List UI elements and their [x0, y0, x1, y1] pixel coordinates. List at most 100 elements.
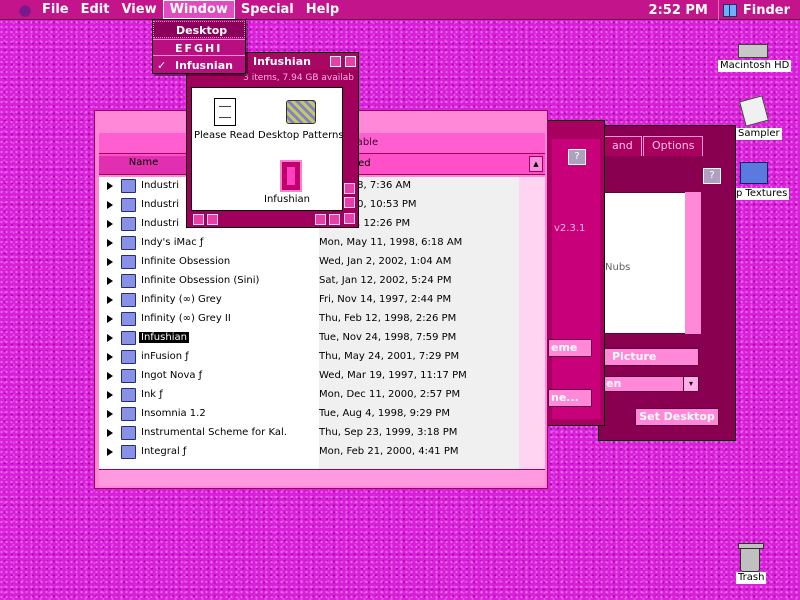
scroll-right-icon[interactable]	[315, 214, 326, 225]
menu-edit[interactable]: Edit	[75, 0, 116, 20]
menu-item-infushian[interactable]: ✓ Infusnian	[153, 57, 245, 74]
name-column-header[interactable]: Name	[99, 156, 189, 174]
infushian-folder-window: Infushian 3 items, 7.94 GB availab Pleas…	[186, 52, 359, 228]
table-row[interactable]: Infinite Obsession (Sini) Sat, Jan 12, 20…	[99, 272, 519, 291]
disclosure-triangle-icon[interactable]	[107, 296, 113, 304]
disclosure-triangle-icon[interactable]	[107, 220, 113, 228]
menu-item-efghi[interactable]: EFGHI	[153, 39, 245, 56]
menu-window[interactable]: Window	[162, 0, 235, 19]
folder-icon	[121, 198, 136, 212]
zoom-box-icon[interactable]	[330, 56, 341, 67]
help-button[interactable]: ?	[703, 168, 721, 184]
row-name: Infinite Obsession (Sini)	[141, 275, 260, 286]
disclosure-triangle-icon[interactable]	[107, 277, 113, 285]
trash-label: Trash	[736, 572, 767, 584]
disclosure-triangle-icon[interactable]	[107, 410, 113, 418]
clock[interactable]: 2:52 PM	[649, 3, 708, 18]
menu-item-desktop[interactable]: Desktop	[153, 21, 245, 38]
disclosure-triangle-icon[interactable]	[107, 372, 113, 380]
menu-item-infushian-label: Infusnian	[175, 59, 233, 72]
help-button[interactable]: ?	[568, 149, 586, 165]
row-name: Ink ƒ	[141, 389, 163, 400]
trash-icon[interactable]: Trash	[734, 540, 774, 586]
disclosure-triangle-icon[interactable]	[107, 182, 113, 190]
row-date: Tue, Nov 24, 1998, 7:59 PM	[319, 332, 457, 343]
folder-icon	[121, 426, 136, 440]
table-row[interactable]: Infushian Tue, Nov 24, 1998, 7:59 PM	[99, 329, 519, 348]
desktop-textures-icon[interactable]: p Textures	[734, 160, 800, 200]
scroll-right-alt-icon[interactable]	[329, 214, 340, 225]
table-row[interactable]: Ingot Nova ƒ Wed, Mar 19, 1997, 11:17 PM	[99, 367, 519, 386]
table-row[interactable]: Integral ƒ Mon, Feb 21, 2000, 4:41 PM	[99, 443, 519, 462]
menu-view[interactable]: View	[115, 0, 162, 20]
table-row[interactable]: inFusion ƒ Thu, May 24, 2001, 7:29 PM	[99, 348, 519, 367]
disclosure-triangle-icon[interactable]	[107, 334, 113, 342]
tab-options[interactable]: Options	[643, 136, 704, 156]
save-scheme-button[interactable]: eme	[548, 339, 592, 357]
disclosure-triangle-icon[interactable]	[107, 315, 113, 323]
sampler-icon[interactable]: Sampler	[736, 95, 786, 140]
folder-icon	[121, 179, 136, 193]
row-name: Insomnia 1.2	[141, 408, 206, 419]
document-icon[interactable]	[214, 98, 236, 126]
picture-button[interactable]: Picture	[603, 348, 699, 366]
disclosure-triangle-icon[interactable]	[107, 239, 113, 247]
infushian-theme-icon[interactable]	[280, 160, 302, 192]
desktop-patterns-icon[interactable]	[286, 100, 316, 124]
desktop-textures-label: p Textures	[734, 188, 790, 200]
disclosure-triangle-icon[interactable]	[107, 448, 113, 456]
desktop-patterns-label[interactable]: Desktop Patterns	[258, 130, 344, 141]
table-row[interactable]: Infinity (∞) Grey Fri, Nov 14, 1997, 2:44…	[99, 291, 519, 310]
table-row[interactable]: Infinity (∞) Grey II Thu, Feb 12, 1998, 2…	[99, 310, 519, 329]
table-row[interactable]: Indy's iMac ƒ Mon, May 11, 1998, 6:18 AM	[99, 234, 519, 253]
horizontal-scrollbar[interactable]	[99, 469, 545, 486]
vertical-scrollbar[interactable]	[344, 87, 356, 211]
menu-bar-right: 2:52 PM Finder	[649, 0, 800, 20]
list-scrollbar[interactable]	[519, 177, 545, 469]
menu-special[interactable]: Special	[235, 0, 300, 20]
table-row[interactable]: Instrumental Scheme for Kal. Thu, Sep 23,…	[99, 424, 519, 443]
please-read-label[interactable]: Please Read	[194, 130, 255, 141]
trash-can-icon	[738, 543, 764, 572]
row-name: Integral ƒ	[141, 446, 187, 457]
scroll-left-icon[interactable]	[193, 214, 204, 225]
resize-handle-icon[interactable]	[344, 213, 355, 224]
folder-icon	[121, 217, 136, 231]
row-date: Wed, Mar 19, 1997, 11:17 PM	[319, 370, 467, 381]
disclosure-triangle-icon[interactable]	[107, 429, 113, 437]
scroll-down-icon[interactable]	[344, 197, 355, 208]
disclosure-triangle-icon[interactable]	[107, 391, 113, 399]
application-menu[interactable]: Finder	[717, 0, 800, 20]
pattern-name: Nubs	[605, 262, 631, 273]
disclosure-triangle-icon[interactable]	[107, 258, 113, 266]
set-desktop-button[interactable]: Set Desktop	[635, 408, 719, 426]
rename-button[interactable]: ne...	[548, 389, 592, 407]
infushian-label[interactable]: Infushian	[264, 194, 310, 205]
row-name: Infinity (∞) Grey II	[141, 313, 231, 324]
popup-arrow-icon[interactable]: ▾	[683, 376, 699, 392]
horizontal-scrollbar[interactable]	[191, 213, 343, 226]
row-name: Industri	[141, 218, 179, 229]
table-row[interactable]: Infinite Obsession Wed, Jan 2, 2002, 1:04…	[99, 253, 519, 272]
disclosure-triangle-icon[interactable]	[107, 201, 113, 209]
row-date: Thu, Feb 12, 1998, 2:26 PM	[319, 313, 457, 324]
version-label: v2.3.1	[554, 223, 586, 234]
appearance-panel	[552, 139, 600, 419]
disclosure-triangle-icon[interactable]	[107, 353, 113, 361]
preview-scrollbar[interactable]	[685, 192, 701, 334]
tab-sound[interactable]: and	[603, 136, 642, 156]
table-row[interactable]: Insomnia 1.2 Tue, Aug 4, 1998, 9:29 PM	[99, 405, 519, 424]
menu-help[interactable]: Help	[300, 0, 345, 20]
apple-menu-icon[interactable]: ●	[14, 1, 36, 19]
row-date: Mon, Dec 11, 2000, 2:57 PM	[319, 389, 461, 400]
menu-bar: ● File Edit View Window Special Help 2:5…	[0, 0, 800, 20]
macintosh-hd-icon[interactable]: Macintosh HD	[718, 40, 792, 74]
collapse-box-icon[interactable]	[345, 56, 356, 67]
scroll-left-alt-icon[interactable]	[207, 214, 218, 225]
folder-contents: Please Read Desktop Patterns Infushian	[191, 87, 344, 211]
menu-file[interactable]: File	[36, 0, 75, 20]
folder-icon	[121, 293, 136, 307]
table-row[interactable]: Ink ƒ Mon, Dec 11, 2000, 2:57 PM	[99, 386, 519, 405]
sort-order-icon[interactable]: ▲	[529, 156, 543, 172]
scroll-up-icon[interactable]	[344, 183, 355, 194]
